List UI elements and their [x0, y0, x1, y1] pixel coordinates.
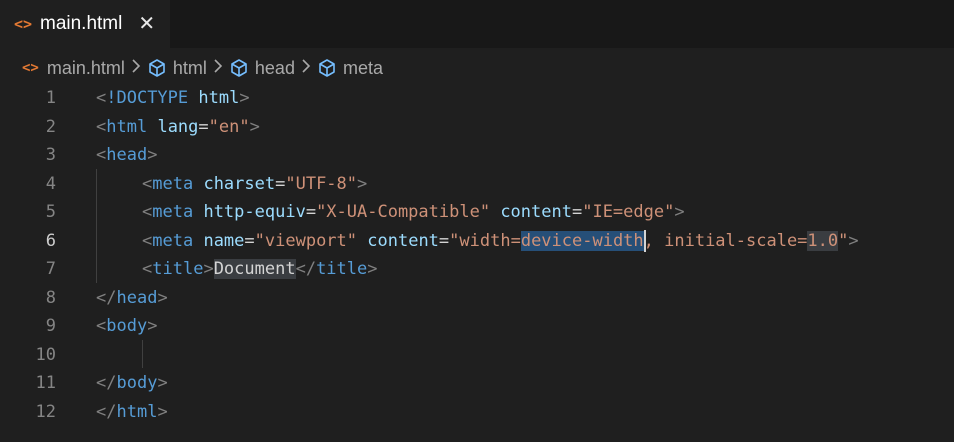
code-text: <html lang="en"> — [96, 116, 260, 137]
symbol-cube-icon — [317, 58, 337, 78]
line-number: 12 — [35, 401, 56, 422]
breadcrumb-item-html[interactable]: html — [147, 58, 207, 79]
code-text: <meta charset="UTF-8"> — [142, 173, 368, 194]
breadcrumb-label: main.html — [46, 57, 125, 78]
code-text: <title>Document</title> — [142, 259, 378, 280]
chevron-right-icon — [301, 58, 311, 78]
symbol-cube-icon — [229, 58, 249, 78]
html-file-icon: <> — [22, 60, 39, 76]
code-text: </head> — [96, 287, 168, 308]
line-number: 8 — [45, 287, 56, 308]
html-file-icon: <> — [14, 15, 33, 33]
code-line[interactable]: 2 <html lang="en"> — [0, 113, 954, 142]
line-number: 5 — [45, 202, 56, 223]
code-text: <head> — [96, 145, 158, 166]
line-number: 6 — [45, 230, 56, 251]
match-highlight: 1.0 — [807, 230, 839, 251]
line-number: 9 — [45, 316, 56, 337]
code-line[interactable]: 4 <meta charset="UTF-8"> — [0, 170, 954, 199]
code-editor[interactable]: 1 <!DOCTYPE html> 2 <html lang="en"> 3 <… — [0, 84, 954, 442]
close-icon[interactable]: ✕ — [138, 14, 155, 34]
tab-main-html[interactable]: <> main.html ✕ — [0, 0, 170, 48]
code-line[interactable]: 3 <head> — [0, 141, 954, 170]
breadcrumb-item-head[interactable]: head — [229, 58, 295, 79]
line-number: 11 — [35, 373, 56, 394]
line-number: 10 — [35, 344, 56, 365]
code-text: <body> — [96, 316, 158, 337]
breadcrumb: <> main.html html head meta — [0, 52, 954, 84]
line-number: 3 — [45, 145, 56, 166]
code-line[interactable]: 10 — [0, 341, 954, 370]
code-text: <!DOCTYPE html> — [96, 88, 250, 109]
code-line-active[interactable]: 6 <meta name="viewport" content="width=d… — [0, 227, 954, 256]
code-text: <meta name="viewport" content="width=dev… — [142, 229, 859, 252]
line-number: 7 — [45, 259, 56, 280]
code-line[interactable]: 11 </body> — [0, 369, 954, 398]
code-line[interactable]: 8 </head> — [0, 284, 954, 313]
code-line[interactable]: 1 <!DOCTYPE html> — [0, 84, 954, 113]
symbol-cube-icon — [147, 58, 167, 78]
breadcrumb-label: head — [254, 57, 295, 78]
breadcrumb-item-file[interactable]: <> main.html — [22, 58, 125, 79]
tab-label: main.html — [40, 13, 123, 34]
code-line[interactable]: 12 </html> — [0, 398, 954, 427]
chevron-right-icon — [131, 58, 141, 78]
code-text: <meta http-equiv="X-UA-Compatible" conte… — [142, 202, 685, 223]
line-number: 2 — [45, 116, 56, 137]
match-highlight: Document — [213, 259, 296, 280]
code-line[interactable]: 7 <title>Document</title> — [0, 255, 954, 284]
line-number: 4 — [45, 173, 56, 194]
breadcrumb-label: html — [172, 57, 207, 78]
breadcrumb-label: meta — [342, 57, 383, 78]
code-line[interactable]: 9 <body> — [0, 312, 954, 341]
text-selection: device-width — [520, 230, 644, 251]
code-text: </body> — [96, 373, 168, 394]
chevron-right-icon — [213, 58, 223, 78]
breadcrumb-item-meta[interactable]: meta — [317, 58, 383, 79]
tab-bar: <> main.html ✕ — [0, 0, 954, 48]
line-number: 1 — [45, 88, 56, 109]
code-text: </html> — [96, 401, 168, 422]
code-line[interactable]: 5 <meta http-equiv="X-UA-Compatible" con… — [0, 198, 954, 227]
